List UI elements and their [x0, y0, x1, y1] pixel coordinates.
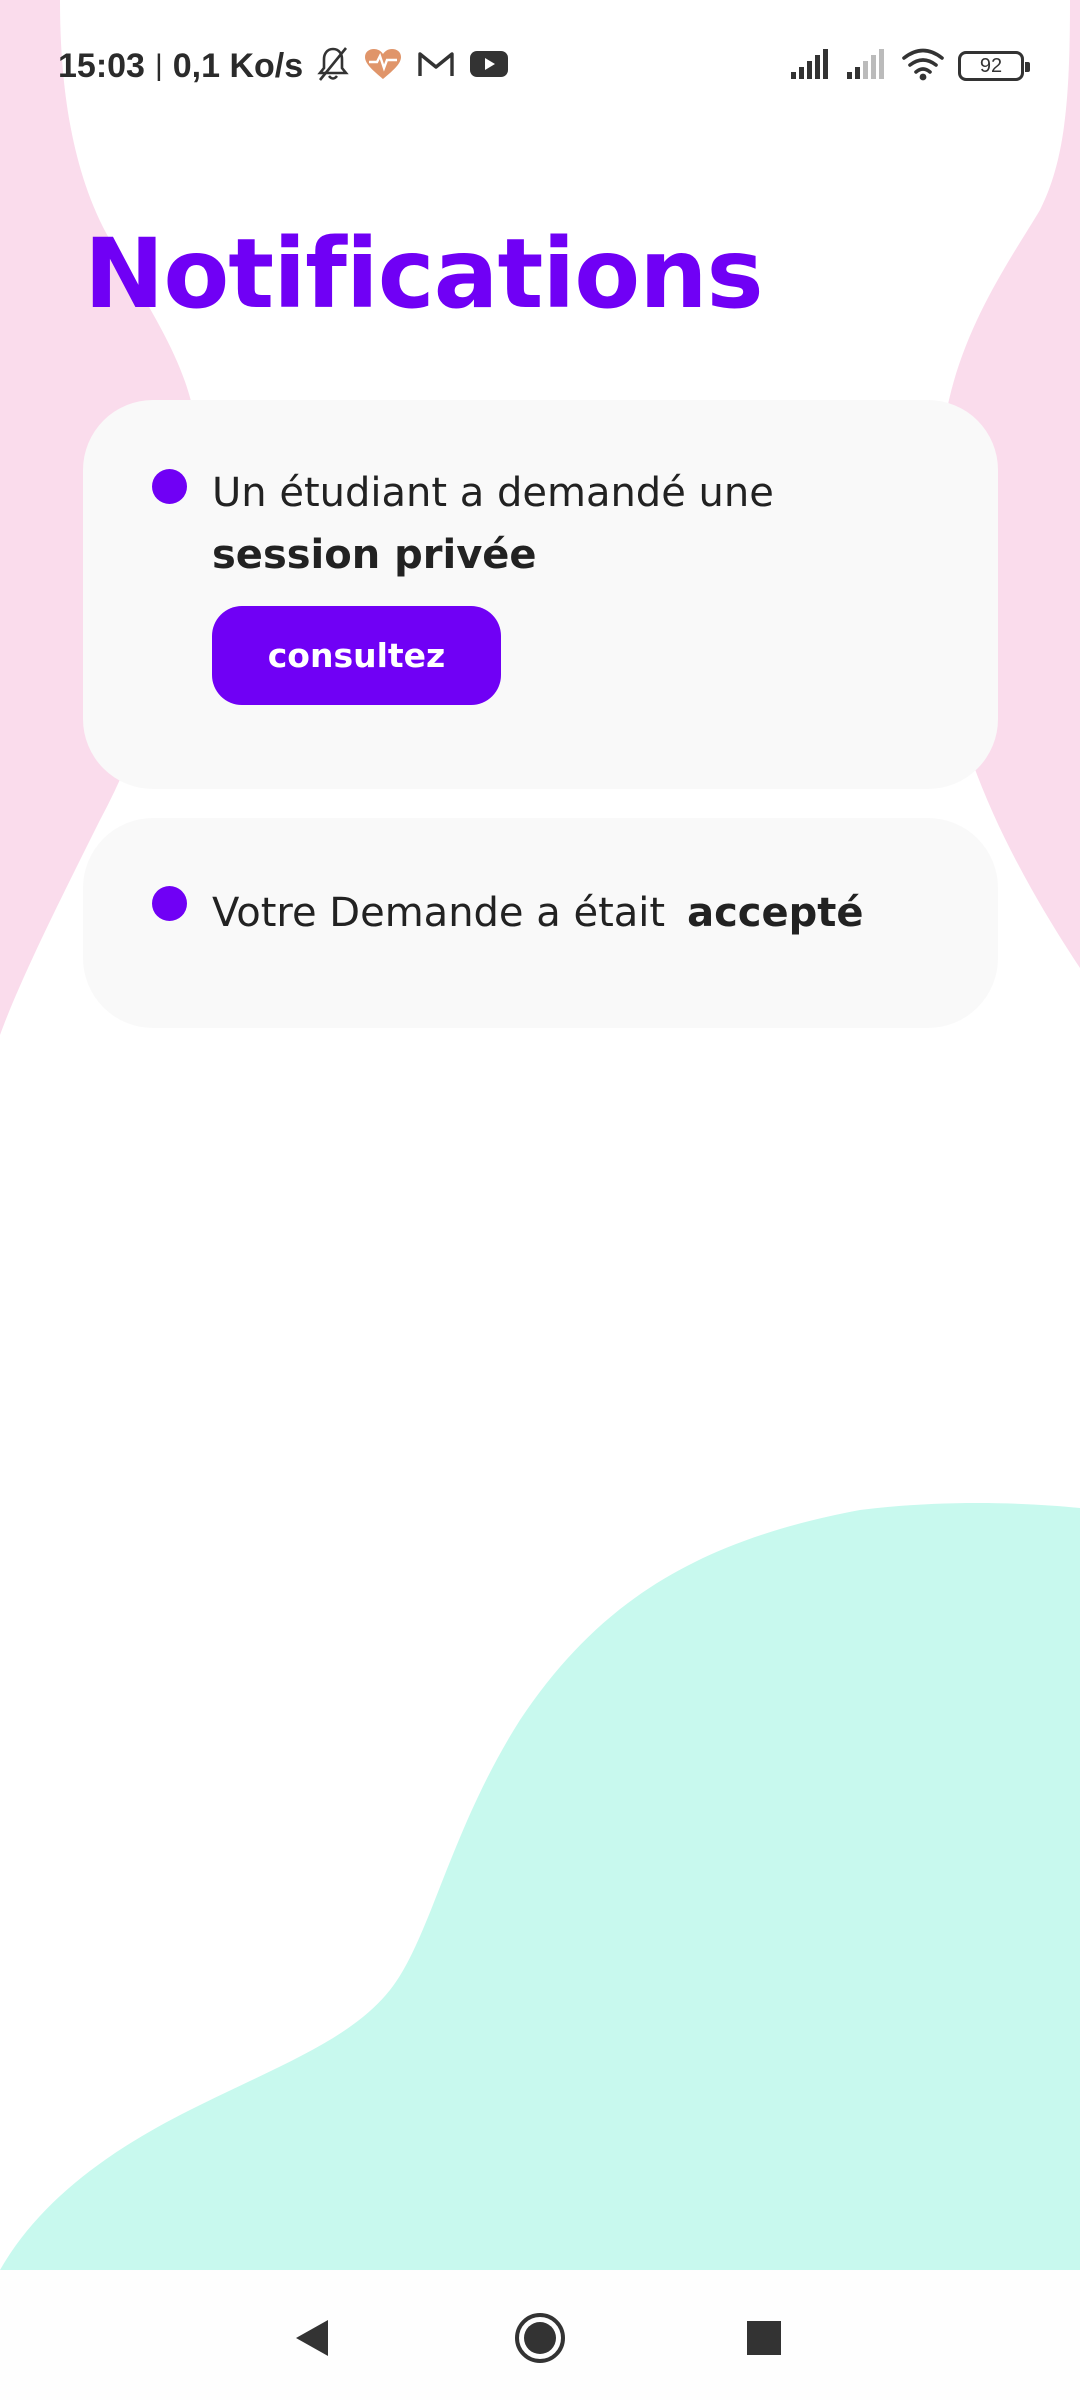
consultez-button-label: consultez	[267, 636, 446, 675]
signal-weak-icon	[846, 48, 888, 85]
navigation-bar	[0, 2270, 1080, 2400]
status-network-speed: 0,1 Ko/s	[172, 46, 304, 85]
notification-message: Votre Demande a était accepté	[212, 882, 972, 944]
unread-dot-icon	[152, 469, 187, 504]
battery-icon: 92	[958, 51, 1030, 81]
background-blobs	[0, 0, 1080, 2270]
mint-blob-bottom	[0, 1503, 1080, 2270]
consultez-button[interactable]: consultez	[212, 606, 501, 705]
home-icon	[512, 2310, 568, 2371]
notification-message: Un étudiant a demandé une session privée	[212, 462, 972, 586]
page-title: Notifications	[84, 218, 764, 330]
notification-card: Un étudiant a demandé une session privée…	[83, 400, 998, 789]
signal-icon	[790, 48, 832, 85]
notification-emphasis: accepté	[687, 890, 864, 936]
notification-card: Votre Demande a était accepté	[83, 818, 998, 1028]
unread-dot-icon	[152, 886, 187, 921]
home-button[interactable]	[500, 2300, 580, 2380]
status-separator: |	[154, 49, 163, 82]
recent-apps-icon	[746, 2320, 782, 2361]
back-button[interactable]	[272, 2300, 352, 2380]
status-bar: 15:03 | 0,1 Ko/s 92	[0, 0, 1080, 130]
recent-apps-button[interactable]	[724, 2300, 804, 2380]
battery-level: 92	[979, 54, 1003, 77]
wifi-icon	[902, 47, 944, 86]
back-icon	[292, 2316, 332, 2365]
heart-pulse-icon	[363, 47, 403, 86]
youtube-icon	[469, 49, 509, 84]
bell-off-icon	[317, 46, 349, 87]
status-left: 15:03 | 0,1 Ko/s	[58, 44, 509, 88]
gmail-icon	[417, 49, 455, 84]
notification-text: Votre Demande a était	[212, 890, 666, 936]
status-right: 92	[776, 44, 1030, 88]
notification-text: Un étudiant a demandé une	[212, 470, 774, 516]
status-time: 15:03	[58, 46, 145, 85]
notification-emphasis: session privée	[212, 532, 537, 578]
